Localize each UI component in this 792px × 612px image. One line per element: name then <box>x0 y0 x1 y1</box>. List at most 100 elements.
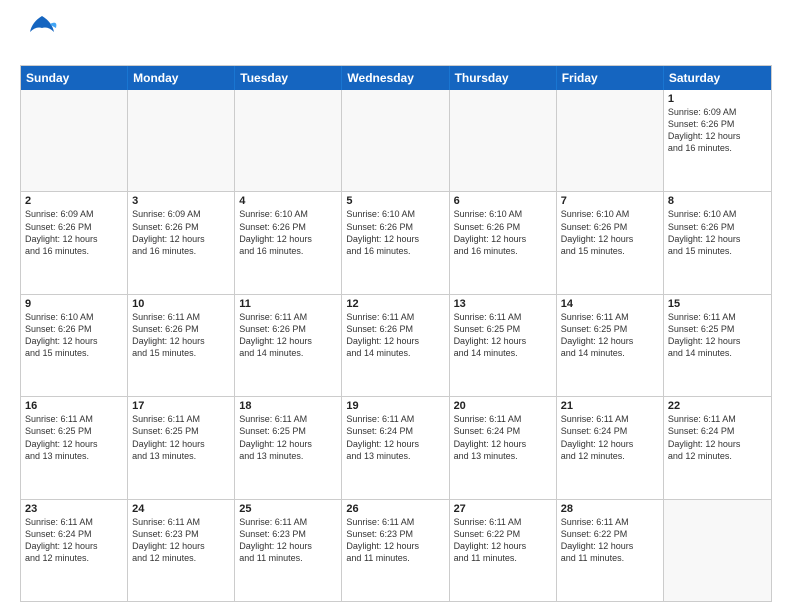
cell-info: Sunrise: 6:11 AM Sunset: 6:24 PM Dayligh… <box>561 413 659 462</box>
weekday-header-wednesday: Wednesday <box>342 66 449 90</box>
day-number: 5 <box>346 195 444 207</box>
calendar-cell-empty-0-5 <box>557 90 664 191</box>
day-number: 9 <box>25 298 123 310</box>
cell-info: Sunrise: 6:10 AM Sunset: 6:26 PM Dayligh… <box>561 208 659 257</box>
calendar-cell-19: 19Sunrise: 6:11 AM Sunset: 6:24 PM Dayli… <box>342 397 449 498</box>
calendar-cell-10: 10Sunrise: 6:11 AM Sunset: 6:26 PM Dayli… <box>128 295 235 396</box>
calendar: SundayMondayTuesdayWednesdayThursdayFrid… <box>20 65 772 602</box>
day-number: 25 <box>239 503 337 515</box>
calendar-cell-empty-0-4 <box>450 90 557 191</box>
calendar-cell-4: 4Sunrise: 6:10 AM Sunset: 6:26 PM Daylig… <box>235 192 342 293</box>
calendar-cell-5: 5Sunrise: 6:10 AM Sunset: 6:26 PM Daylig… <box>342 192 449 293</box>
day-number: 24 <box>132 503 230 515</box>
day-number: 7 <box>561 195 659 207</box>
day-number: 21 <box>561 400 659 412</box>
cell-info: Sunrise: 6:11 AM Sunset: 6:26 PM Dayligh… <box>132 311 230 360</box>
weekday-header-friday: Friday <box>557 66 664 90</box>
cell-info: Sunrise: 6:11 AM Sunset: 6:25 PM Dayligh… <box>668 311 767 360</box>
calendar-cell-25: 25Sunrise: 6:11 AM Sunset: 6:23 PM Dayli… <box>235 500 342 601</box>
logo <box>20 18 58 55</box>
day-number: 14 <box>561 298 659 310</box>
calendar-cell-28: 28Sunrise: 6:11 AM Sunset: 6:22 PM Dayli… <box>557 500 664 601</box>
cell-info: Sunrise: 6:09 AM Sunset: 6:26 PM Dayligh… <box>668 106 767 155</box>
cell-info: Sunrise: 6:10 AM Sunset: 6:26 PM Dayligh… <box>239 208 337 257</box>
calendar-cell-1: 1Sunrise: 6:09 AM Sunset: 6:26 PM Daylig… <box>664 90 771 191</box>
calendar-cell-22: 22Sunrise: 6:11 AM Sunset: 6:24 PM Dayli… <box>664 397 771 498</box>
cell-info: Sunrise: 6:11 AM Sunset: 6:26 PM Dayligh… <box>346 311 444 360</box>
calendar-cell-empty-4-6 <box>664 500 771 601</box>
day-number: 1 <box>668 93 767 105</box>
calendar-cell-13: 13Sunrise: 6:11 AM Sunset: 6:25 PM Dayli… <box>450 295 557 396</box>
cell-info: Sunrise: 6:11 AM Sunset: 6:26 PM Dayligh… <box>239 311 337 360</box>
calendar-row-2: 9Sunrise: 6:10 AM Sunset: 6:26 PM Daylig… <box>21 295 771 397</box>
cell-info: Sunrise: 6:10 AM Sunset: 6:26 PM Dayligh… <box>454 208 552 257</box>
cell-info: Sunrise: 6:10 AM Sunset: 6:26 PM Dayligh… <box>25 311 123 360</box>
calendar-cell-15: 15Sunrise: 6:11 AM Sunset: 6:25 PM Dayli… <box>664 295 771 396</box>
cell-info: Sunrise: 6:10 AM Sunset: 6:26 PM Dayligh… <box>346 208 444 257</box>
calendar-cell-16: 16Sunrise: 6:11 AM Sunset: 6:25 PM Dayli… <box>21 397 128 498</box>
weekday-header-sunday: Sunday <box>21 66 128 90</box>
cell-info: Sunrise: 6:11 AM Sunset: 6:24 PM Dayligh… <box>346 413 444 462</box>
cell-info: Sunrise: 6:11 AM Sunset: 6:24 PM Dayligh… <box>454 413 552 462</box>
cell-info: Sunrise: 6:11 AM Sunset: 6:24 PM Dayligh… <box>25 516 123 565</box>
calendar-row-4: 23Sunrise: 6:11 AM Sunset: 6:24 PM Dayli… <box>21 500 771 601</box>
calendar-cell-18: 18Sunrise: 6:11 AM Sunset: 6:25 PM Dayli… <box>235 397 342 498</box>
cell-info: Sunrise: 6:11 AM Sunset: 6:24 PM Dayligh… <box>668 413 767 462</box>
day-number: 17 <box>132 400 230 412</box>
day-number: 27 <box>454 503 552 515</box>
calendar-row-3: 16Sunrise: 6:11 AM Sunset: 6:25 PM Dayli… <box>21 397 771 499</box>
cell-info: Sunrise: 6:09 AM Sunset: 6:26 PM Dayligh… <box>25 208 123 257</box>
calendar-cell-8: 8Sunrise: 6:10 AM Sunset: 6:26 PM Daylig… <box>664 192 771 293</box>
calendar-cell-24: 24Sunrise: 6:11 AM Sunset: 6:23 PM Dayli… <box>128 500 235 601</box>
calendar-cell-20: 20Sunrise: 6:11 AM Sunset: 6:24 PM Dayli… <box>450 397 557 498</box>
day-number: 13 <box>454 298 552 310</box>
calendar-cell-3: 3Sunrise: 6:09 AM Sunset: 6:26 PM Daylig… <box>128 192 235 293</box>
header <box>20 18 772 55</box>
day-number: 6 <box>454 195 552 207</box>
weekday-header-saturday: Saturday <box>664 66 771 90</box>
calendar-cell-23: 23Sunrise: 6:11 AM Sunset: 6:24 PM Dayli… <box>21 500 128 601</box>
cell-info: Sunrise: 6:10 AM Sunset: 6:26 PM Dayligh… <box>668 208 767 257</box>
day-number: 10 <box>132 298 230 310</box>
logo-bird-icon <box>26 14 58 55</box>
calendar-body: 1Sunrise: 6:09 AM Sunset: 6:26 PM Daylig… <box>21 90 771 601</box>
day-number: 15 <box>668 298 767 310</box>
cell-info: Sunrise: 6:11 AM Sunset: 6:23 PM Dayligh… <box>346 516 444 565</box>
day-number: 22 <box>668 400 767 412</box>
calendar-cell-empty-0-0 <box>21 90 128 191</box>
calendar-cell-17: 17Sunrise: 6:11 AM Sunset: 6:25 PM Dayli… <box>128 397 235 498</box>
day-number: 11 <box>239 298 337 310</box>
cell-info: Sunrise: 6:11 AM Sunset: 6:23 PM Dayligh… <box>239 516 337 565</box>
calendar-cell-21: 21Sunrise: 6:11 AM Sunset: 6:24 PM Dayli… <box>557 397 664 498</box>
day-number: 12 <box>346 298 444 310</box>
calendar-cell-12: 12Sunrise: 6:11 AM Sunset: 6:26 PM Dayli… <box>342 295 449 396</box>
calendar-cell-empty-0-1 <box>128 90 235 191</box>
calendar-row-1: 2Sunrise: 6:09 AM Sunset: 6:26 PM Daylig… <box>21 192 771 294</box>
weekday-header-tuesday: Tuesday <box>235 66 342 90</box>
cell-info: Sunrise: 6:11 AM Sunset: 6:25 PM Dayligh… <box>454 311 552 360</box>
cell-info: Sunrise: 6:11 AM Sunset: 6:23 PM Dayligh… <box>132 516 230 565</box>
day-number: 8 <box>668 195 767 207</box>
calendar-cell-14: 14Sunrise: 6:11 AM Sunset: 6:25 PM Dayli… <box>557 295 664 396</box>
calendar-cell-27: 27Sunrise: 6:11 AM Sunset: 6:22 PM Dayli… <box>450 500 557 601</box>
calendar-cell-empty-0-2 <box>235 90 342 191</box>
cell-info: Sunrise: 6:11 AM Sunset: 6:22 PM Dayligh… <box>454 516 552 565</box>
weekday-header-thursday: Thursday <box>450 66 557 90</box>
cell-info: Sunrise: 6:11 AM Sunset: 6:25 PM Dayligh… <box>132 413 230 462</box>
cell-info: Sunrise: 6:11 AM Sunset: 6:25 PM Dayligh… <box>25 413 123 462</box>
calendar-cell-2: 2Sunrise: 6:09 AM Sunset: 6:26 PM Daylig… <box>21 192 128 293</box>
calendar-cell-6: 6Sunrise: 6:10 AM Sunset: 6:26 PM Daylig… <box>450 192 557 293</box>
page: SundayMondayTuesdayWednesdayThursdayFrid… <box>0 0 792 612</box>
calendar-cell-empty-0-3 <box>342 90 449 191</box>
cell-info: Sunrise: 6:11 AM Sunset: 6:22 PM Dayligh… <box>561 516 659 565</box>
day-number: 4 <box>239 195 337 207</box>
day-number: 23 <box>25 503 123 515</box>
calendar-header: SundayMondayTuesdayWednesdayThursdayFrid… <box>21 66 771 90</box>
day-number: 28 <box>561 503 659 515</box>
calendar-cell-26: 26Sunrise: 6:11 AM Sunset: 6:23 PM Dayli… <box>342 500 449 601</box>
day-number: 2 <box>25 195 123 207</box>
calendar-cell-7: 7Sunrise: 6:10 AM Sunset: 6:26 PM Daylig… <box>557 192 664 293</box>
weekday-header-monday: Monday <box>128 66 235 90</box>
day-number: 3 <box>132 195 230 207</box>
cell-info: Sunrise: 6:11 AM Sunset: 6:25 PM Dayligh… <box>561 311 659 360</box>
